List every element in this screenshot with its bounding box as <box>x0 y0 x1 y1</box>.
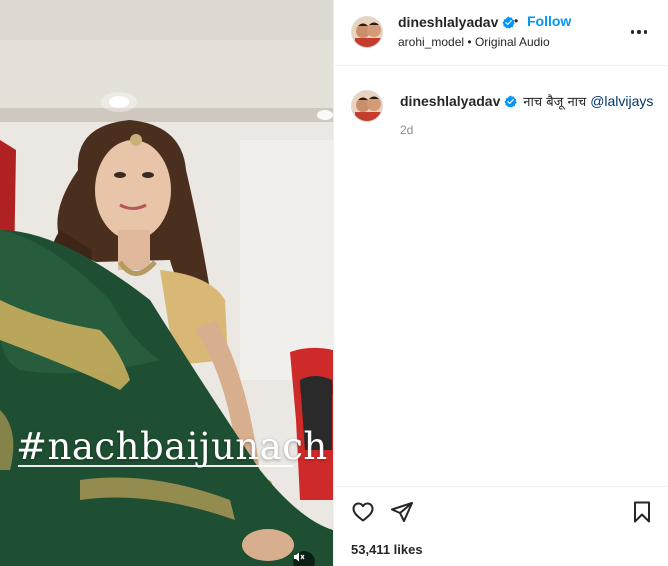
hashtag-underline <box>18 465 293 467</box>
mute-button[interactable] <box>293 551 315 566</box>
post-timestamp[interactable]: 2d <box>400 123 413 137</box>
comments-area: dineshlalyadav नाच बैजू नाच @lalvijays 2… <box>334 66 668 486</box>
likes-count[interactable]: 53,411 likes <box>351 542 423 557</box>
avatar-image <box>352 91 382 121</box>
audio-attribution: arohi_model • Original Audio <box>398 35 550 49</box>
likes-number: 53,411 <box>351 542 391 557</box>
avatar-image <box>352 17 382 47</box>
post-side-panel: dineshlalyadav • Follow arohi_model • Or… <box>333 0 668 566</box>
post-header: dineshlalyadav • Follow arohi_model • Or… <box>334 0 668 66</box>
post-media[interactable]: #nachbaijunach <box>0 0 333 566</box>
author-username[interactable]: dineshlalyadav <box>398 14 515 30</box>
post-actions: 53,411 likes <box>334 486 668 566</box>
more-dot <box>637 30 641 34</box>
caption-mention-link[interactable]: @lalvijays <box>590 93 653 109</box>
caption-username[interactable]: dineshlalyadav <box>400 93 500 109</box>
author-username-text[interactable]: dineshlalyadav <box>398 14 498 30</box>
more-options-button[interactable] <box>627 22 651 42</box>
more-dot <box>630 30 635 34</box>
instagram-post: #nachbaijunach dineshlalyadav • Follow a… <box>0 0 668 566</box>
caption-author-avatar[interactable] <box>351 90 383 122</box>
audio-separator: • <box>467 35 472 49</box>
original-audio-link[interactable]: Original Audio <box>475 35 550 49</box>
bookmark-icon <box>634 501 650 523</box>
more-dot <box>643 30 648 34</box>
header-separator: • <box>514 14 519 28</box>
hashtag-overlay-text: #nachbaijunach <box>16 425 328 468</box>
mute-icon <box>294 552 305 562</box>
send-icon <box>391 502 413 522</box>
verified-badge-icon <box>504 95 517 108</box>
like-button[interactable] <box>350 499 376 525</box>
share-button[interactable] <box>389 499 415 525</box>
likes-suffix: likes <box>393 542 423 557</box>
follow-button[interactable]: Follow <box>527 13 571 29</box>
author-avatar[interactable] <box>351 16 383 48</box>
heart-icon <box>352 502 374 522</box>
audio-user-link[interactable]: arohi_model <box>398 35 464 49</box>
video-frame-illustration <box>0 0 333 566</box>
caption-text: नाच बैजू नाच <box>523 95 587 110</box>
caption: dineshlalyadav नाच बैजू नाच @lalvijays <box>400 92 653 110</box>
save-button[interactable] <box>629 499 655 525</box>
